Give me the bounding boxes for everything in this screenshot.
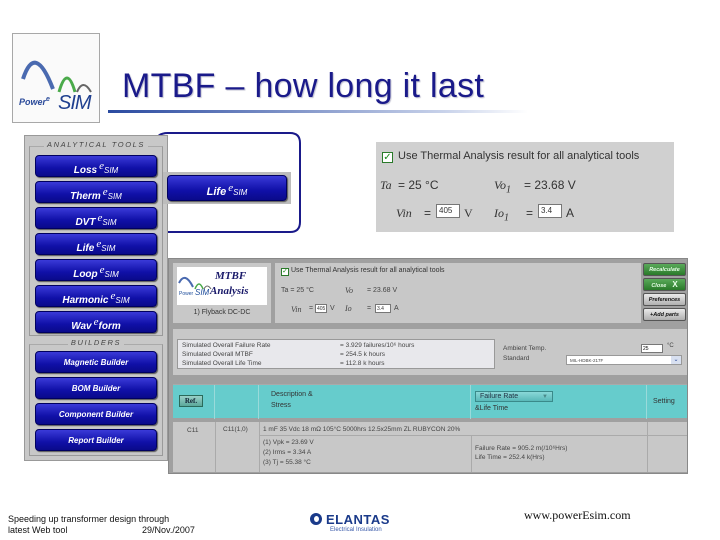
loss-esim-button[interactable]: Loss eSIM — [35, 155, 157, 177]
mtbf-logo-subtitle: Analysis — [210, 285, 249, 297]
vin-unit-small: V — [330, 305, 335, 312]
io-equals: = — [526, 206, 534, 220]
builders-title: BUILDERS — [67, 338, 125, 347]
simulation-summary: Simulated Overall Failure Rate = 3.929 f… — [173, 329, 687, 375]
close-button[interactable]: Close X — [643, 278, 686, 291]
life-time-value: = 112.8 k hours — [340, 360, 385, 367]
design-name[interactable]: 1) Flyback DC-DC — [173, 309, 271, 316]
analytical-tools-title: ANALYTICAL TOOLS — [44, 140, 148, 149]
vo-label-small: Vo — [345, 286, 353, 295]
setting-header: Setting — [653, 398, 675, 405]
life-esim-button[interactable]: Life eSIM — [35, 233, 157, 255]
mtbf-logo-power: Power — [179, 291, 194, 297]
life-time-label: Simulated Overall Life Time — [182, 360, 262, 367]
thermal-settings: ✓ Use Thermal Analysis result for all an… — [275, 263, 641, 323]
close-icon: X — [672, 280, 678, 289]
failure-rate-dropdown[interactable]: Failure Rate ▼ — [475, 391, 553, 402]
mtbf-logo-title: MTBF — [215, 270, 247, 282]
elantas-drop-icon — [310, 513, 322, 525]
use-thermal-checkbox-small[interactable]: ✓ — [281, 268, 289, 276]
vo-value: = 23.68 V — [524, 178, 576, 192]
vo-value-small: = 23.68 V — [367, 287, 398, 294]
action-buttons: Recalculate Close X Preferences +Add part… — [643, 263, 687, 323]
mtbf-label: Simulated Overall MTBF — [182, 351, 253, 358]
io-unit-small: A — [394, 305, 399, 312]
loop-esim-button[interactable]: Loop eSIM — [35, 259, 157, 281]
vin-equals: = — [424, 206, 432, 220]
vin-label-small: Vin — [291, 305, 302, 314]
mtbf-value: = 254.5 k hours — [340, 351, 385, 358]
vin-equals-small: = — [309, 305, 314, 312]
io-unit: A — [566, 206, 575, 220]
recalculate-button[interactable]: Recalculate — [643, 263, 686, 276]
ambient-temp-input[interactable]: 25 — [641, 344, 663, 353]
ambient-temp-label: Ambient Temp. — [503, 345, 547, 352]
ta-readout: Ta = 25 °C — [281, 287, 314, 294]
vo-label: Vo1 — [494, 178, 511, 196]
standard-select[interactable]: MIL-HDBK-217F ⌄ — [566, 355, 682, 365]
bom-builder-button[interactable]: BOM Builder — [35, 377, 157, 399]
vin-input-small[interactable]: 405 — [315, 304, 327, 313]
failure-rate-value: = 3.929 failures/10⁶ hours — [340, 342, 415, 349]
standard-label: Standard — [503, 355, 530, 362]
life-esim-button-enlarged[interactable]: Life eSIM — [167, 175, 287, 201]
builders-group: BUILDERS Magnetic Builder BOM Builder Co… — [29, 338, 163, 456]
use-thermal-label: Use Thermal Analysis result for all anal… — [398, 150, 640, 162]
vin-label: Vin — [396, 206, 412, 220]
magnetic-builder-button[interactable]: Magnetic Builder — [35, 351, 157, 373]
harmonic-esim-button[interactable]: Harmonic eSIM — [35, 285, 157, 307]
component-builder-button[interactable]: Component Builder — [35, 403, 157, 425]
mtbf-analysis-window: MTBF Analysis Power SIM 1) Flyback DC-DC… — [168, 258, 688, 474]
ref-sort-button[interactable]: Ref. — [179, 395, 203, 407]
row-stress-irms: (2) Irms = 3.34 A — [263, 449, 312, 456]
thermal-analysis-zoom: ✓ Use Thermal Analysis result for all an… — [376, 142, 674, 232]
use-thermal-checkbox[interactable]: ✓ — [382, 152, 393, 163]
ambient-temp-unit: °C — [667, 343, 674, 349]
row-stress-vpk: (1) Vpk = 23.69 V — [263, 439, 314, 446]
vin-input[interactable]: 405 — [436, 204, 460, 218]
row-ref: C11 — [187, 427, 199, 434]
parts-table-header: Ref. Description & Stress &Life Time Fai… — [173, 384, 687, 419]
add-parts-button[interactable]: +Add parts — [643, 308, 686, 321]
callout-life-esim: Life eSIM — [163, 172, 291, 204]
row-description: 1 mF 35 Vdc 18 mΩ 105°C 5000hrs 12.5x25m… — [263, 426, 461, 433]
io-input[interactable]: 3.4 — [538, 204, 562, 218]
therm-esim-button[interactable]: Therm eSIM — [35, 181, 157, 203]
io-equals-small: = — [367, 305, 372, 312]
mtbf-logo-sim: SIM — [195, 288, 210, 297]
footer-date: 29/Nov./2007 — [142, 525, 195, 535]
io-label: Io1 — [494, 206, 509, 224]
life-time-header: &Life Time — [475, 405, 509, 412]
ta-label: Ta — [380, 178, 392, 192]
mtbf-analysis-logo: MTBF Analysis Power SIM — [177, 267, 267, 305]
failure-rate-label: Simulated Overall Failure Rate — [182, 342, 271, 349]
mtbf-header-left: MTBF Analysis Power SIM 1) Flyback DC-DC — [173, 263, 271, 323]
summary-box: Simulated Overall Failure Rate = 3.929 f… — [177, 339, 495, 369]
use-thermal-label-small: Use Thermal Analysis result for all anal… — [291, 267, 445, 274]
preferences-button[interactable]: Preferences — [643, 293, 686, 306]
footer-caption-line1: Speeding up transformer design through — [8, 514, 170, 524]
chevron-down-icon: ▼ — [542, 394, 548, 400]
table-row[interactable]: C11 C11(1,0) 1 mF 35 Vdc 18 mΩ 105°C 500… — [173, 422, 687, 472]
tool-panel: ANALYTICAL TOOLS Loss eSIM Therm eSIM DVT e… — [24, 135, 168, 461]
vin-unit: V — [464, 206, 473, 220]
analytical-tools-group: ANALYTICAL TOOLS Loss eSIM Therm eSIM DVT e… — [29, 140, 163, 336]
report-builder-button[interactable]: Report Builder — [35, 429, 157, 451]
row-id: C11(1,0) — [223, 426, 248, 433]
row-failure-rate: Failure Rate = 905.2 m(/10⁶Hrs) — [475, 445, 568, 452]
description-header-line1: Description & — [271, 391, 313, 398]
row-life-time: Life Time = 252.4 k(Hrs) — [475, 454, 545, 461]
ta-value: = 25 °C — [398, 178, 439, 192]
chevron-down-icon: ⌄ — [671, 356, 681, 364]
row-stress-tj: (3) Tj = 55.38 °C — [263, 459, 311, 466]
waveform-button[interactable]: Wav eform — [35, 311, 157, 333]
io-label-small: Io — [345, 304, 352, 313]
description-header-line2: Stress — [271, 402, 291, 409]
website-url[interactable]: www.powerEsim.com — [524, 508, 631, 523]
elantas-subtitle: Electrical Insulation — [330, 527, 382, 533]
io-input-small[interactable]: 3.4 — [375, 304, 391, 313]
dvt-esim-button[interactable]: DVT eSIM — [35, 207, 157, 229]
elantas-name: ELANTAS — [326, 512, 390, 527]
